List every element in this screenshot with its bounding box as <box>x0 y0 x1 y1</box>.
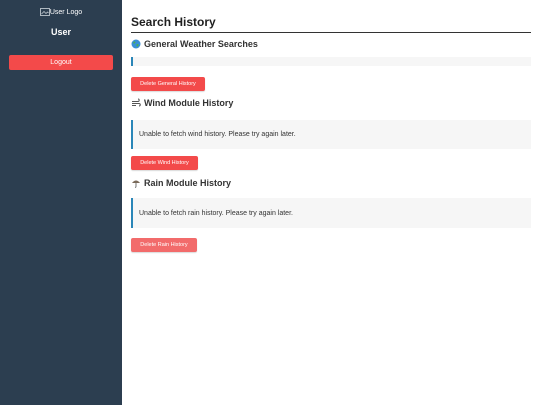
wind-history-message: Unable to fetch wind history. Please try… <box>139 131 296 138</box>
section-title-wind: Wind Module History <box>131 98 233 108</box>
section-title-rain: Rain Module History <box>131 178 231 188</box>
section-title-general: General Weather Searches <box>131 39 258 49</box>
page-title: Search History <box>131 15 531 33</box>
delete-general-history-button[interactable]: Delete General History <box>131 77 205 91</box>
user-logo: User Logo <box>0 7 122 17</box>
delete-wind-history-button[interactable]: Delete Wind History <box>131 156 198 170</box>
user-logo-alt-text: User Logo <box>49 8 83 16</box>
globe-icon <box>131 39 141 49</box>
rain-history-box: Unable to fetch rain history. Please try… <box>131 198 531 228</box>
delete-rain-history-button[interactable]: Delete Rain History <box>131 238 197 252</box>
wind-history-box: Unable to fetch wind history. Please try… <box>131 120 531 149</box>
section-title-text: General Weather Searches <box>144 39 258 49</box>
rain-history-message: Unable to fetch rain history. Please try… <box>139 209 293 217</box>
user-name: User <box>50 27 71 37</box>
broken-image-icon <box>39 8 50 16</box>
logout-button[interactable]: Logout <box>9 55 113 70</box>
sidebar: User Logo User Logout <box>0 0 122 405</box>
section-title-text: Rain Module History <box>144 178 232 188</box>
wind-icon <box>131 98 141 108</box>
rain-icon <box>131 178 141 188</box>
section-title-text: Wind Module History <box>144 98 234 108</box>
general-history-box <box>131 57 531 66</box>
main-content: Search History General Weather Searches … <box>131 0 531 405</box>
